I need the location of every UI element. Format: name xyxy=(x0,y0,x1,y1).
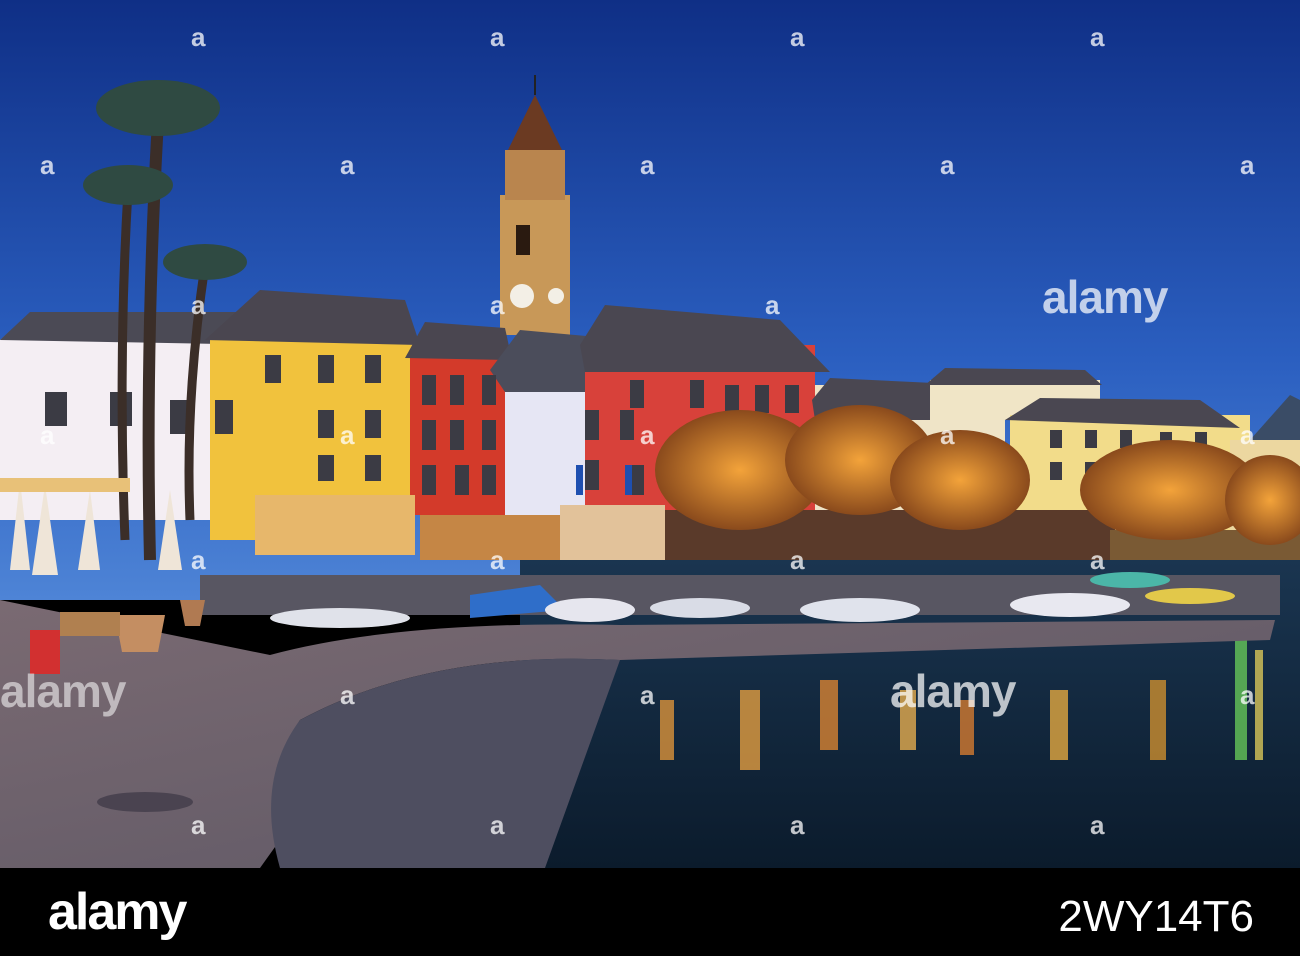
watermark-mark: a xyxy=(640,420,655,450)
footer-bar: alamy 2WY14T6 xyxy=(0,868,1300,956)
image-id: 2WY14T6 xyxy=(1058,892,1254,941)
watermark-mark: a xyxy=(765,290,780,320)
manhole xyxy=(97,792,193,812)
watermark-mark: a xyxy=(1240,680,1255,710)
watermark-mark: a xyxy=(191,22,206,52)
watermark-mark: a xyxy=(790,545,805,575)
watermark-logo: alamy xyxy=(0,665,126,717)
watermark-mark: a xyxy=(1090,545,1105,575)
watermark-mark: a xyxy=(790,810,805,840)
watermark-mark: a xyxy=(790,22,805,52)
stock-photo: alamy alamy alamy a a a a a a a a a a a … xyxy=(0,0,1300,956)
watermark-mark: a xyxy=(191,290,206,320)
watermark-mark: a xyxy=(640,150,655,180)
watermark-mark: a xyxy=(1240,420,1255,450)
watermark-mark: a xyxy=(490,810,505,840)
watermark-mark: a xyxy=(490,22,505,52)
watermark-logo: alamy xyxy=(1042,271,1168,323)
watermark-mark: a xyxy=(340,150,355,180)
watermark-mark: a xyxy=(40,420,55,450)
watermark-mark: a xyxy=(1090,22,1105,52)
watermark-logo: alamy xyxy=(890,665,1016,717)
watermark-mark: a xyxy=(490,545,505,575)
watermark-mark: a xyxy=(191,545,206,575)
watermark-mark: a xyxy=(490,290,505,320)
watermark-mark: a xyxy=(640,680,655,710)
watermark-mark: a xyxy=(940,150,955,180)
watermark-mark: a xyxy=(340,680,355,710)
watermark-mark: a xyxy=(1240,150,1255,180)
watermark-mark: a xyxy=(940,420,955,450)
watermark-mark: a xyxy=(1090,810,1105,840)
watermark-mark: a xyxy=(340,420,355,450)
footer-logo: alamy xyxy=(48,883,187,941)
watermark-mark: a xyxy=(191,810,206,840)
watermark-mark: a xyxy=(40,150,55,180)
